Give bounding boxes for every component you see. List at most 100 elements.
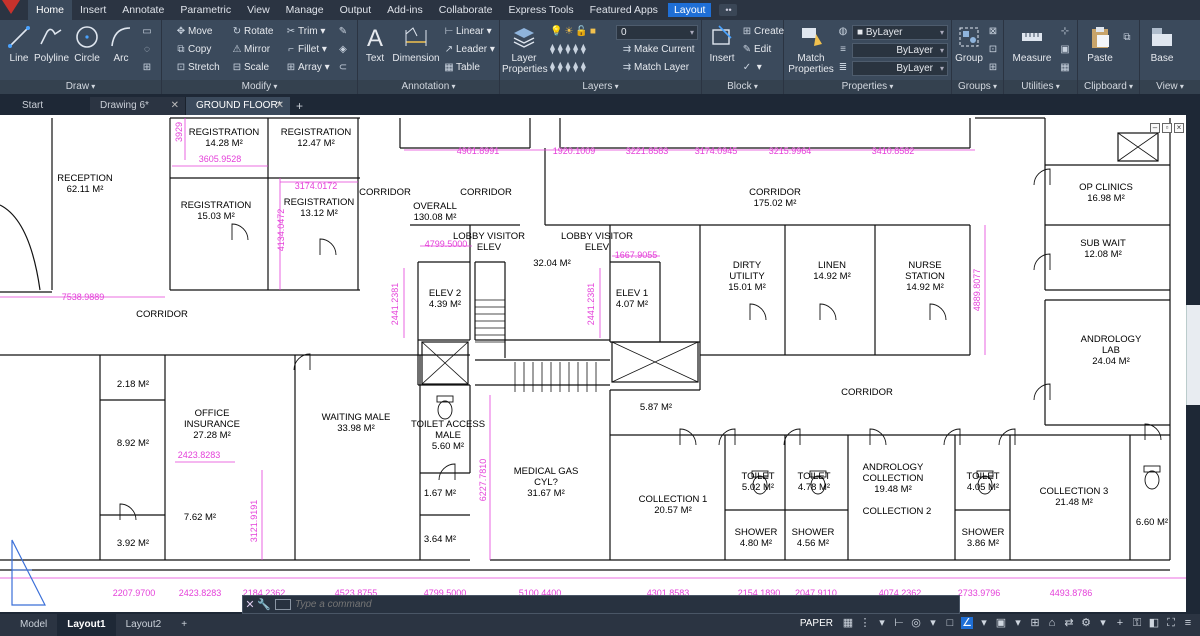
object-snap-tracking-icon[interactable]: ∠ bbox=[961, 617, 973, 629]
close-icon[interactable]: × bbox=[1174, 123, 1184, 133]
edit-block-button[interactable]: ✎ Edit bbox=[740, 42, 771, 58]
erase-icon[interactable]: ✎ bbox=[336, 24, 350, 40]
color-dropdown[interactable]: ■ ByLayer bbox=[852, 25, 948, 40]
trim-button[interactable]: ✂ Trim ▾ bbox=[284, 24, 326, 40]
tab-output[interactable]: Output bbox=[332, 0, 380, 20]
copy-clip-icon[interactable]: ⧉ bbox=[1120, 30, 1134, 46]
paper-space-toggle[interactable]: PAPER bbox=[800, 618, 833, 629]
linear-button[interactable]: ⊢ Linear ▾ bbox=[442, 24, 492, 40]
measure-button[interactable]: Measure bbox=[1010, 24, 1054, 64]
groups-panel-title[interactable]: Groups bbox=[952, 80, 1003, 94]
circle-button[interactable]: Circle bbox=[72, 24, 102, 64]
close-icon[interactable]: ✕ bbox=[171, 97, 179, 115]
lineweight-dropdown[interactable]: ByLayer bbox=[852, 61, 948, 76]
close-icon[interactable]: ✕ bbox=[276, 97, 284, 115]
osnap-icon[interactable]: □ bbox=[944, 617, 956, 629]
floor-plan[interactable]: 4901.8991 1920.1009 3221.8583 3174.0945 3215… bbox=[0, 115, 1186, 612]
make-current-button[interactable]: ⇉ Make Current bbox=[620, 42, 695, 58]
arc-button[interactable]: Arc bbox=[106, 24, 136, 64]
calculator-icon[interactable]: ▦ bbox=[1058, 60, 1072, 76]
tab-collaborate[interactable]: Collaborate bbox=[431, 0, 501, 20]
polar-icon[interactable]: ◎ bbox=[910, 617, 922, 629]
snap-icon[interactable]: ⋮ bbox=[859, 617, 871, 629]
prompt-icon[interactable] bbox=[275, 599, 291, 610]
match-properties-button[interactable]: Match Properties bbox=[788, 24, 834, 75]
isolate-objects-icon[interactable]: ⚿ bbox=[1131, 617, 1143, 629]
close-icon[interactable]: ✕ bbox=[243, 598, 257, 611]
polyline-button[interactable]: Polyline bbox=[34, 24, 69, 64]
navigation-bar[interactable] bbox=[1186, 305, 1200, 405]
tab-featured-apps[interactable]: Featured Apps bbox=[582, 0, 666, 20]
rectangle-icon[interactable]: ▭ bbox=[140, 24, 154, 40]
annotation-panel-title[interactable]: Annotation bbox=[358, 80, 499, 94]
linetype-icon[interactable]: ≡ bbox=[836, 42, 850, 58]
insert-button[interactable]: Insert bbox=[706, 24, 738, 64]
annotation-scale-icon[interactable]: ⊞ bbox=[1029, 617, 1041, 629]
explode-icon[interactable]: ◈ bbox=[336, 42, 350, 58]
group-button[interactable]: Group bbox=[954, 24, 984, 64]
ungroup-icon[interactable]: ⊠ bbox=[986, 24, 1000, 40]
tab-insert[interactable]: Insert bbox=[72, 0, 114, 20]
quick-properties-icon[interactable]: ⇄ bbox=[1063, 617, 1075, 629]
selection-cycling-icon[interactable]: ▾ bbox=[1012, 617, 1024, 629]
wrench-icon[interactable]: 🔧 bbox=[257, 598, 271, 611]
layers-panel-title[interactable]: Layers bbox=[500, 80, 701, 94]
customization-icon[interactable]: ≡ bbox=[1182, 617, 1194, 629]
fillet-button[interactable]: ⌐ Fillet ▾ bbox=[284, 42, 327, 58]
hatch-icon[interactable]: ◌ bbox=[140, 42, 154, 58]
layer-tool-icons-row-1[interactable]: ⧫ ⧫ ⧫ ⧫ ⧫ bbox=[550, 42, 586, 58]
tab-ground-floor[interactable]: GROUND FLOOR* ✕ bbox=[186, 97, 290, 115]
app-logo-icon[interactable] bbox=[0, 0, 28, 20]
line-button[interactable]: Line bbox=[4, 24, 34, 64]
view-panel-title[interactable]: View bbox=[1140, 80, 1200, 94]
restore-icon[interactable]: ▫ bbox=[1162, 123, 1172, 133]
workspace-dropdown-icon[interactable]: ▾ bbox=[1097, 617, 1109, 629]
tab-view[interactable]: View bbox=[239, 0, 278, 20]
tab-home[interactable]: Home bbox=[28, 0, 73, 20]
isodraft-icon[interactable]: ▾ bbox=[927, 617, 939, 629]
leader-button[interactable]: ↗ Leader ▾ bbox=[442, 42, 495, 58]
offset-icon[interactable]: ⊂ bbox=[336, 60, 350, 76]
select-all-icon[interactable]: ▣ bbox=[1058, 42, 1072, 58]
tab-model[interactable]: Model bbox=[10, 614, 57, 636]
annotation-monitor-icon[interactable]: + bbox=[1114, 617, 1126, 629]
transparency-icon[interactable]: ▣ bbox=[995, 617, 1007, 629]
match-layer-button[interactable]: ⇉ Match Layer bbox=[620, 60, 689, 76]
properties-panel-title[interactable]: Properties bbox=[784, 80, 951, 94]
dynamic-input-icon[interactable]: ▾ bbox=[876, 617, 888, 629]
layer-tool-icons-row-2[interactable]: ⧫ ⧫ ⧫ ⧫ ⧫ bbox=[550, 60, 586, 76]
tab-layout1[interactable]: Layout1 bbox=[57, 614, 116, 636]
array-button[interactable]: ⊞ Array ▾ bbox=[284, 60, 330, 76]
units-icon[interactable]: ⌂ bbox=[1046, 617, 1058, 629]
grid-icon[interactable]: ▦ bbox=[842, 617, 854, 629]
layer-state-icons[interactable]: 💡☀🔓■ bbox=[550, 24, 598, 40]
ribbon-options-icon[interactable]: •• bbox=[719, 4, 738, 16]
layer-properties-button[interactable]: Layer Properties bbox=[502, 24, 548, 75]
scale-button[interactable]: ⊟ Scale bbox=[230, 60, 269, 76]
mirror-button[interactable]: ⚠ Mirror bbox=[230, 42, 271, 58]
add-layout-button[interactable]: + bbox=[171, 614, 197, 636]
table-button[interactable]: ▦ Table bbox=[442, 60, 480, 76]
new-tab-button[interactable]: + bbox=[290, 97, 312, 115]
modify-panel-title[interactable]: Modify bbox=[162, 80, 357, 94]
move-button[interactable]: ✥ Move bbox=[174, 24, 213, 40]
linetype-dropdown[interactable]: ByLayer bbox=[852, 43, 948, 58]
group-edit-icon[interactable]: ⊡ bbox=[986, 42, 1000, 58]
tab-drawing-6[interactable]: Drawing 6* ✕ bbox=[90, 97, 186, 115]
tab-start[interactable]: Start bbox=[0, 97, 90, 115]
base-button[interactable]: Base bbox=[1146, 24, 1178, 64]
workspace-icon[interactable]: ⚙ bbox=[1080, 617, 1092, 629]
tab-parametric[interactable]: Parametric bbox=[172, 0, 239, 20]
clipboard-panel-title[interactable]: Clipboard bbox=[1078, 80, 1139, 94]
tab-add-ins[interactable]: Add-ins bbox=[379, 0, 431, 20]
clean-screen-icon[interactable]: ⛶ bbox=[1165, 617, 1177, 629]
group-select-icon[interactable]: ⊞ bbox=[986, 60, 1000, 76]
rotate-button[interactable]: ↻ Rotate bbox=[230, 24, 274, 40]
block-panel-title[interactable]: Block bbox=[702, 80, 783, 94]
copy-button[interactable]: ⧉ Copy bbox=[174, 42, 211, 58]
boundary-icon[interactable]: ⊞ bbox=[140, 60, 154, 76]
block-attributes-icon[interactable]: ✓ ▾ bbox=[740, 60, 762, 76]
tab-layout2[interactable]: Layout2 bbox=[116, 614, 172, 636]
quick-select-icon[interactable]: ⊹ bbox=[1058, 24, 1072, 40]
tab-layout[interactable]: Layout bbox=[667, 3, 712, 17]
